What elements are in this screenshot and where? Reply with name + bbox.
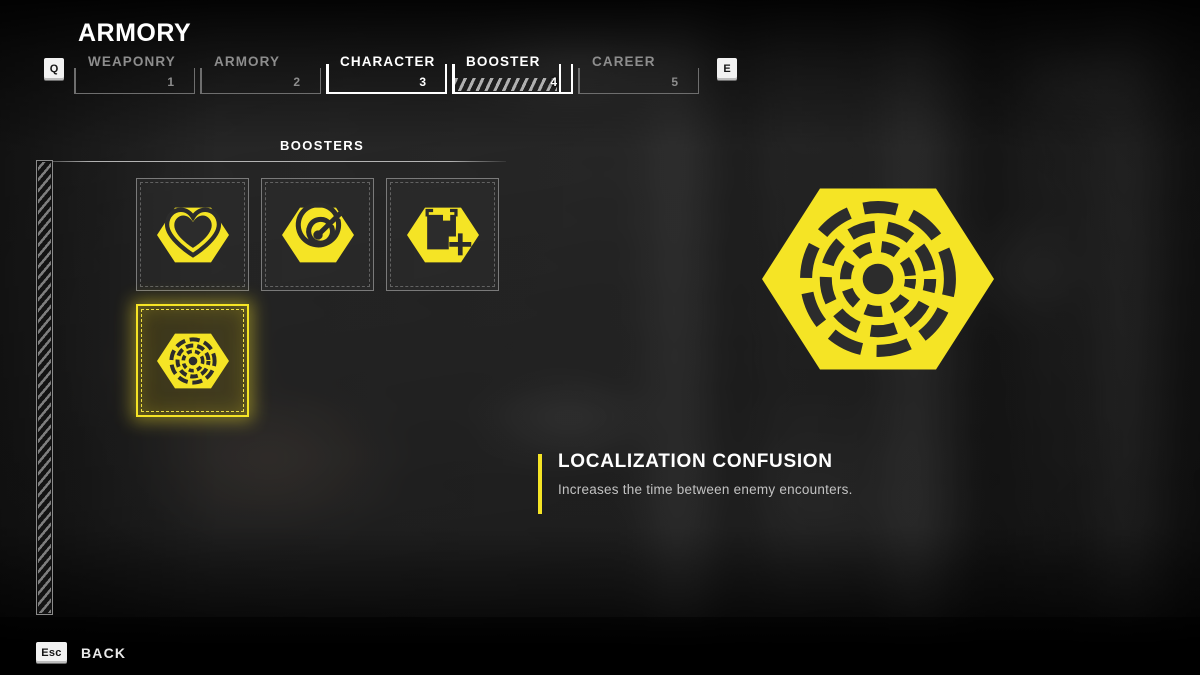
- page-title: ARMORY: [78, 19, 192, 47]
- tab-bracket-right: [444, 64, 447, 94]
- tab-bracket-bottom: [74, 92, 195, 94]
- tab-bracket-bottom: [326, 91, 447, 94]
- tab-label: CHARACTER: [340, 54, 436, 69]
- tab-armory[interactable]: ARMORY 2: [200, 54, 321, 94]
- armory-screen: ARMORY Q WEAPONRY 1 ARMORY 2 CHARACTER 3: [0, 0, 1200, 675]
- tab-bracket-right: [319, 68, 321, 94]
- tab-bracket-right-outer: [570, 64, 573, 94]
- accent-bar: [538, 454, 542, 514]
- tab-bracket-left: [200, 68, 202, 94]
- tab-label: CAREER: [592, 54, 656, 69]
- tab-number: 3: [419, 75, 426, 89]
- tab-bracket-right: [558, 64, 561, 94]
- booster-name: LOCALIZATION CONFUSION: [558, 451, 833, 472]
- target-dart-icon: [281, 201, 354, 262]
- category-tabbar: Q WEAPONRY 1 ARMORY 2 CHARACTER 3 BOOSTE…: [44, 54, 737, 94]
- tab-bracket-left: [578, 68, 580, 94]
- prev-tab-key[interactable]: Q: [44, 58, 64, 80]
- scrollbar-thumb[interactable]: [38, 162, 51, 613]
- booster-preview: [762, 163, 994, 395]
- section-divider: [36, 161, 506, 162]
- tab-bracket-right: [193, 68, 195, 94]
- back-label: BACK: [81, 644, 127, 661]
- tab-bracket-bottom: [578, 92, 699, 94]
- booster-grid-row: [136, 178, 511, 304]
- booster-description: Increases the time between enemy encount…: [558, 482, 853, 497]
- tab-number: 1: [167, 75, 174, 89]
- section-heading: BOOSTERS: [280, 138, 365, 153]
- footer-bar: [0, 617, 1200, 675]
- back-action[interactable]: Esc BACK: [36, 642, 126, 663]
- heart-icon: [156, 207, 229, 262]
- tab-bracket-bottom: [452, 91, 561, 94]
- ammo-plus-icon: [406, 207, 479, 262]
- tab-list: WEAPONRY 1 ARMORY 2 CHARACTER 3 BOOSTER …: [74, 54, 704, 94]
- next-tab-key[interactable]: E: [717, 58, 737, 80]
- booster-grid-row: [136, 304, 511, 430]
- tab-label: WEAPONRY: [88, 54, 176, 69]
- tab-bracket-left: [326, 64, 329, 94]
- tab-number: 5: [671, 75, 678, 89]
- radar-rings-icon: [156, 333, 229, 388]
- booster-slot-health[interactable]: [136, 178, 249, 291]
- tab-weaponry[interactable]: WEAPONRY 1: [74, 54, 195, 94]
- tab-bracket-bottom: [200, 92, 321, 94]
- booster-slot-ammo[interactable]: [386, 178, 499, 291]
- tab-booster[interactable]: BOOSTER 4: [452, 54, 573, 94]
- tab-bracket-left: [452, 64, 455, 94]
- tab-character[interactable]: CHARACTER 3: [326, 54, 447, 94]
- booster-grid: [136, 178, 511, 430]
- tab-label: ARMORY: [214, 54, 281, 69]
- booster-slot-accuracy[interactable]: [261, 178, 374, 291]
- tab-bracket-right: [697, 68, 699, 94]
- tab-career[interactable]: CAREER 5: [578, 54, 699, 94]
- tab-number: 4: [550, 75, 557, 89]
- booster-description-panel: LOCALIZATION CONFUSION Increases the tim…: [538, 451, 1058, 514]
- tab-number: 2: [293, 75, 300, 89]
- booster-slot-localization-confusion[interactable]: [136, 304, 249, 417]
- tab-active-hatch: [455, 78, 557, 91]
- list-scrollbar[interactable]: [36, 160, 53, 615]
- tab-label: BOOSTER: [466, 54, 541, 69]
- esc-key[interactable]: Esc: [36, 642, 67, 663]
- radar-rings-icon-large: [762, 188, 994, 370]
- tab-bracket-left: [74, 68, 76, 94]
